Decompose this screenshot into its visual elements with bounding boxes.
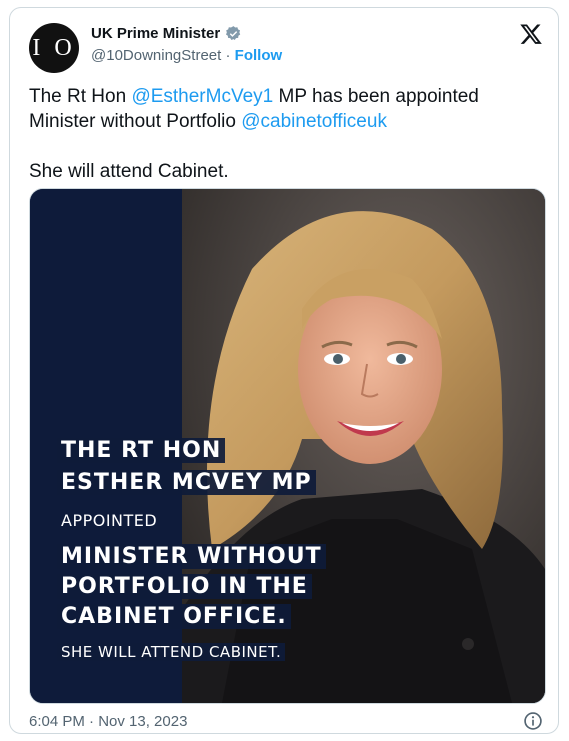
media-line-2: ESTHER MCVEY MP <box>57 468 316 498</box>
media-line-5: PORTFOLIO IN THE <box>57 572 312 602</box>
tweet-text-segment: Minister without Portfolio <box>29 111 242 132</box>
follow-button[interactable]: Follow <box>235 47 283 64</box>
media-line-1-text: THE RT HON <box>57 438 226 463</box>
tweet-media-image[interactable]: THE RT HON ESTHER MCVEY MP APPOINTED MIN… <box>29 188 546 704</box>
media-line-4: MINISTER WITHOUT <box>57 542 326 572</box>
tweet-card[interactable]: I O UK Prime Minister @10DowningStreet ·… <box>9 7 559 734</box>
media-line-7-text: SHE WILL ATTEND CABINET. <box>57 643 286 661</box>
verified-badge-icon <box>226 26 241 40</box>
author-handle-row: @10DowningStreet · Follow <box>91 47 282 64</box>
handle-separator: · <box>221 47 235 64</box>
mention-esther-mcvey[interactable]: @EstherMcVey1 <box>131 86 273 107</box>
x-logo-icon[interactable] <box>519 22 543 46</box>
tweet-text: The Rt Hon @EstherMcVey1 MP has been app… <box>29 84 539 184</box>
media-line-2-text: ESTHER MCVEY MP <box>57 470 316 495</box>
mention-cabinet-office[interactable]: @cabinetofficeuk <box>241 111 387 132</box>
tweet-line-3: She will attend Cabinet. <box>29 161 229 182</box>
tweet-text-segment: The Rt Hon <box>29 86 132 107</box>
avatar-text: I O <box>32 34 76 61</box>
author-display-name[interactable]: UK Prime Minister <box>91 25 220 42</box>
tweet-text-segment: MP has been appointed <box>273 86 479 107</box>
tweet-line-2: Minister without Portfolio @cabinetoffic… <box>29 109 539 134</box>
media-line-5-text: PORTFOLIO IN THE <box>57 574 312 599</box>
media-line-7: SHE WILL ATTEND CABINET. <box>57 643 286 661</box>
media-line-6: CABINET OFFICE. <box>57 602 291 632</box>
media-line-1: THE RT HON <box>57 436 226 466</box>
info-icon[interactable] <box>523 711 543 731</box>
media-line-3: APPOINTED <box>61 511 158 530</box>
tweet-timestamp[interactable]: 6:04 PM · Nov 13, 2023 <box>29 713 187 730</box>
author-avatar[interactable]: I O <box>29 23 79 73</box>
tweet-line-1: The Rt Hon @EstherMcVey1 MP has been app… <box>29 84 539 109</box>
author-name-row: UK Prime Minister <box>91 25 242 42</box>
author-handle[interactable]: @10DowningStreet <box>91 47 221 64</box>
media-line-6-text: CABINET OFFICE. <box>57 604 291 629</box>
media-line-4-text: MINISTER WITHOUT <box>57 544 326 569</box>
